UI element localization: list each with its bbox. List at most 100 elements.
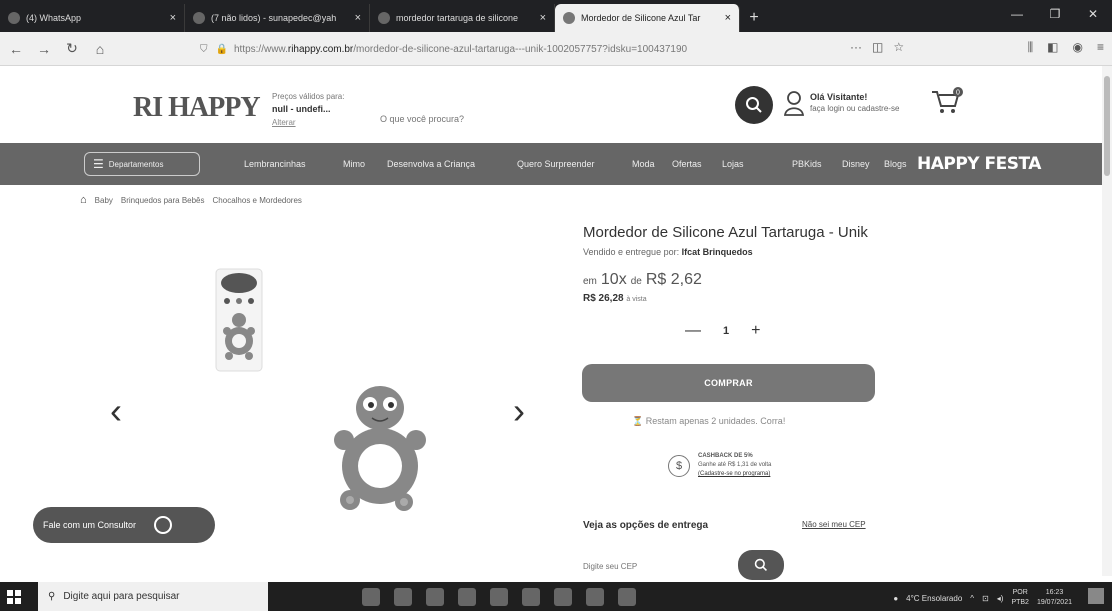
sidebar-icon[interactable]: ◧: [1047, 40, 1058, 55]
nav-item[interactable]: Desenvolva a Criança: [387, 159, 475, 169]
back-icon[interactable]: ←: [4, 37, 28, 61]
close-icon[interactable]: ×: [725, 12, 731, 24]
scrollbar-thumb[interactable]: [1104, 76, 1110, 176]
close-icon[interactable]: ×: [170, 12, 176, 24]
close-window-icon[interactable]: ✕: [1074, 0, 1112, 28]
seller-name[interactable]: Ifcat Brinquedos: [682, 247, 753, 257]
search-input[interactable]: [380, 108, 720, 130]
nav-item[interactable]: Lembrancinhas: [244, 159, 306, 169]
nav-item[interactable]: Disney: [842, 159, 870, 169]
windows-start-button[interactable]: [0, 582, 28, 611]
cart-icon[interactable]: 0: [930, 86, 964, 116]
next-image-arrow[interactable]: ›: [513, 390, 525, 432]
home-icon[interactable]: ⌂: [88, 37, 112, 61]
clock[interactable]: 16:23 19/07/2021: [1037, 588, 1072, 608]
chrome-icon[interactable]: [458, 587, 476, 606]
address-actions: ··· ◫ ☆: [850, 40, 904, 54]
search-icon: ⚲: [48, 591, 56, 602]
consultant-label: Fale com um Consultor: [43, 520, 137, 530]
close-icon[interactable]: ×: [540, 12, 546, 24]
library-icon[interactable]: ⫼: [1028, 40, 1034, 55]
nav-item[interactable]: Mimo: [343, 159, 365, 169]
account-icon[interactable]: ◉: [1073, 40, 1083, 55]
taskbar-apps: [362, 587, 636, 606]
taskbar-search[interactable]: ⚲ Digite aqui para pesquisar: [38, 582, 268, 611]
departments-button[interactable]: ☰ Departamentos: [84, 152, 200, 176]
seller-info: Vendido e entregue por: Ifcat Brinquedos: [583, 247, 753, 257]
delivery-title: Veja as opções de entrega: [583, 520, 709, 531]
cart-count: 0: [956, 90, 960, 97]
seller-label: Vendido e entregue por:: [583, 247, 680, 257]
product-main-image[interactable]: [330, 384, 430, 514]
browser-tab[interactable]: (4) WhatsApp ×: [0, 4, 185, 32]
nav-item[interactable]: Quero Surpreender: [517, 159, 595, 169]
language-code: POR: [1012, 589, 1028, 596]
prev-image-arrow[interactable]: ‹: [110, 390, 122, 432]
task-view-icon[interactable]: [362, 587, 380, 606]
breadcrumb-item[interactable]: Brinquedos para Bebês: [121, 196, 205, 205]
cashback-text: Ganhe até R$ 1,31 de volta: [698, 462, 772, 468]
more-icon[interactable]: ···: [850, 40, 862, 54]
cep-search-button[interactable]: [738, 550, 784, 580]
whatsapp-icon: [154, 516, 173, 534]
quantity-value[interactable]: 1: [723, 325, 729, 337]
forward-icon[interactable]: →: [32, 37, 56, 61]
new-tab-button[interactable]: +: [740, 4, 768, 32]
browser-tab-active[interactable]: Mordedor de Silicone Azul Tar ×: [555, 4, 740, 32]
mail-icon[interactable]: [490, 587, 508, 606]
notifications-icon[interactable]: [1088, 588, 1104, 604]
app-icon[interactable]: [394, 587, 412, 606]
site-logo[interactable]: RI HAPPY: [133, 92, 261, 124]
firefox-icon[interactable]: [618, 587, 636, 606]
cash-price-value: R$ 26,28: [583, 293, 624, 304]
nav-item[interactable]: Blogs: [884, 159, 907, 169]
no-cep-link[interactable]: Não sei meu CEP: [802, 520, 866, 529]
url-domain: rihappy.com.br: [287, 43, 354, 55]
page-scrollbar[interactable]: [1102, 66, 1112, 576]
weather-text[interactable]: 4°C Ensolarado: [906, 594, 962, 603]
buy-button[interactable]: COMPRAR: [582, 364, 875, 402]
edge-icon[interactable]: [586, 587, 604, 606]
clock-time: 16:23: [1045, 589, 1064, 596]
minimize-icon[interactable]: —: [998, 0, 1036, 28]
cash-price-label: à vista: [626, 296, 647, 303]
breadcrumb-item[interactable]: Chocalhos e Mordedores: [213, 196, 302, 205]
app-icon[interactable]: [522, 587, 540, 606]
cashback-register-link[interactable]: (Cadastre-se no programa): [698, 471, 770, 477]
happy-festa-logo[interactable]: HAPPY FESTA: [917, 154, 1041, 174]
app-icon[interactable]: [554, 587, 572, 606]
change-location-link[interactable]: Alterar: [272, 116, 344, 129]
reload-icon[interactable]: ↻: [60, 37, 84, 61]
product-thumbnail[interactable]: [212, 265, 266, 375]
login-link[interactable]: faça login ou cadastre-se: [810, 104, 899, 113]
browser-tab[interactable]: (7 não lidos) - sunapedec@yah ×: [185, 4, 370, 32]
decrease-button[interactable]: —: [685, 322, 701, 340]
user-login[interactable]: Olá Visitante! faça login ou cadastre-se: [784, 90, 899, 116]
close-icon[interactable]: ×: [355, 12, 361, 24]
browser-tab[interactable]: mordedor tartaruga de silicone ×: [370, 4, 555, 32]
cep-input[interactable]: [583, 556, 743, 576]
search-button[interactable]: [735, 86, 773, 124]
language-indicator[interactable]: POR PTB2: [1011, 588, 1029, 608]
address-bar[interactable]: ⛉ 🔒 https://www. rihappy.com.br/mordedor-…: [200, 37, 920, 61]
increase-button[interactable]: +: [751, 322, 760, 340]
nav-item[interactable]: Moda: [632, 159, 655, 169]
volume-icon[interactable]: ◂): [997, 594, 1004, 603]
keyboard-code: PTB2: [1011, 599, 1029, 606]
folder-icon[interactable]: [426, 587, 444, 606]
windows-icon: [7, 589, 21, 604]
nav-item[interactable]: Lojas: [722, 159, 744, 169]
consultant-chat-button[interactable]: Fale com um Consultor: [33, 507, 215, 543]
nav-item[interactable]: PBKids: [792, 159, 822, 169]
pocket-icon[interactable]: ◫: [872, 40, 883, 54]
home-icon[interactable]: ⌂: [80, 194, 87, 206]
network-icon[interactable]: ⊡: [982, 594, 989, 603]
breadcrumb: ⌂ Baby Brinquedos para Bebês Chocalhos e…: [80, 194, 302, 206]
maximize-icon[interactable]: ❐: [1036, 0, 1074, 28]
menu-icon[interactable]: ≡: [1097, 40, 1104, 55]
system-tray: ● 4°C Ensolarado ^ ⊡ ◂) POR PTB2 16:23 1…: [893, 588, 1072, 608]
bookmark-star-icon[interactable]: ☆: [893, 40, 904, 54]
nav-item[interactable]: Ofertas: [672, 159, 702, 169]
tray-chevron-icon[interactable]: ^: [970, 594, 974, 603]
breadcrumb-item[interactable]: Baby: [95, 196, 113, 205]
